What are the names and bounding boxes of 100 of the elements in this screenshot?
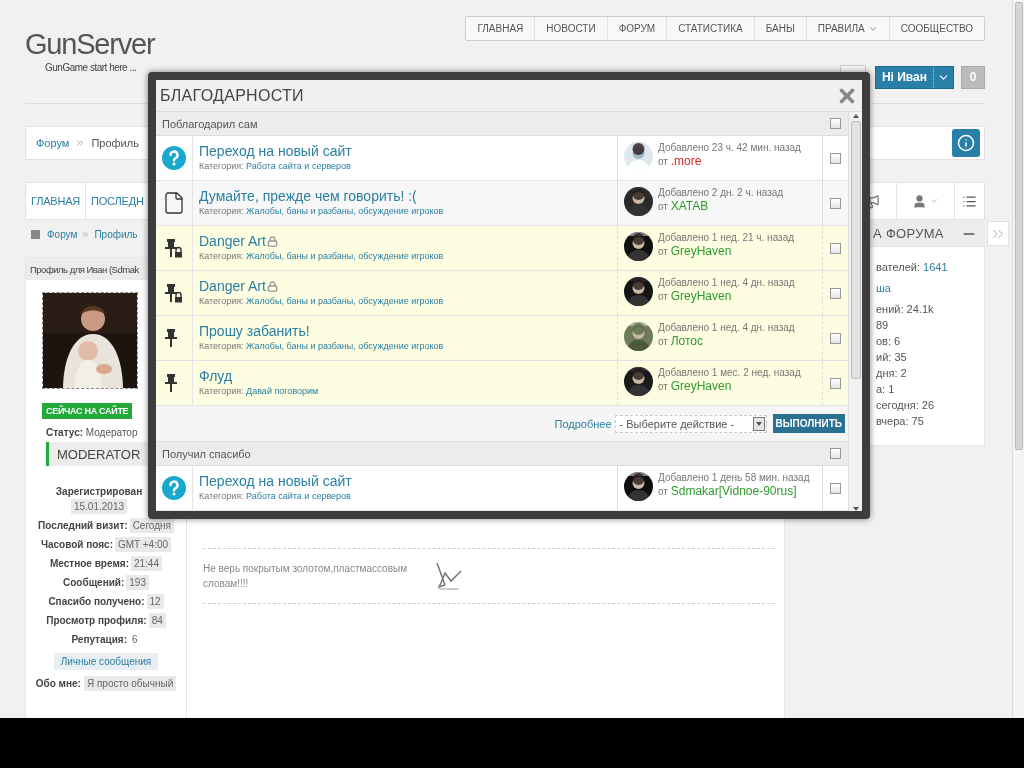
topic-title[interactable]: Переход на новый сайт <box>199 143 352 159</box>
category-link[interactable]: Работа сайта и серверов <box>246 491 351 501</box>
stat-line: ов: 6 <box>876 334 901 349</box>
checkbox[interactable] <box>830 118 841 129</box>
category-link[interactable]: Работа сайта и серверов <box>246 161 351 171</box>
topic-title[interactable]: Danger Art <box>199 278 266 294</box>
signature-icon <box>433 561 465 591</box>
stat-value: Сегодня <box>129 518 174 533</box>
stat-line: дня: 2 <box>876 366 907 381</box>
stat-label: Обо мне: <box>35 678 81 689</box>
author-link[interactable]: GreyHaven <box>670 244 732 258</box>
author-link[interactable]: Sdmakar[Vidnoe-90rus] <box>670 484 797 498</box>
action-select[interactable]: - Выберите действие - <box>614 414 767 433</box>
nav-link[interactable]: СООБЩЕСТВО <box>888 17 984 40</box>
added-time: Добавлено 1 день 58 мин. назад <box>658 472 810 483</box>
checkbox[interactable] <box>830 448 841 459</box>
locked-pin-icon <box>165 283 183 303</box>
square-icon <box>31 229 40 239</box>
author-byline: от Лотос <box>658 334 705 348</box>
checkbox[interactable] <box>830 332 841 344</box>
stat-label: Часовой пояс: <box>40 539 113 550</box>
checkbox[interactable] <box>830 377 841 389</box>
category-line: Категория: Жалобы, баны и разбаны, обсуждение игроков <box>199 251 445 261</box>
site-tagline: GunGame start here ... <box>45 62 137 73</box>
category-line: Категория: Жалобы, баны и разбаны, обсуждение игроков <box>199 296 445 306</box>
stat-line: сегодня: 26 <box>876 398 935 413</box>
category-link[interactable]: Жалобы, баны и разбаны, обсуждение игроков <box>246 251 444 261</box>
breadcrumb-link[interactable]: Форум <box>36 137 70 149</box>
stat-line: вателей: 1641 <box>876 260 948 275</box>
category-link[interactable]: Давай поговорим <box>246 386 319 396</box>
nav-link[interactable]: ПРАВИЛА <box>805 17 889 40</box>
nav-link[interactable]: ФОРУМ <box>606 17 667 40</box>
checkbox[interactable] <box>830 152 841 164</box>
info-button[interactable] <box>952 129 980 157</box>
scrollbar[interactable] <box>1012 0 1024 718</box>
separator-icon <box>81 229 91 239</box>
checkbox[interactable] <box>830 197 841 209</box>
topic-title[interactable]: Прошу забанить! <box>199 323 310 339</box>
section-title: Поблагодарил сам <box>162 117 258 130</box>
stat-value: 21:44 <box>130 556 162 571</box>
signature-text: Не верь покрытым золотом,пластмассовым словам!!!! <box>203 562 409 591</box>
topic-title[interactable]: Думайте, прежде чем говорить! :( <box>199 188 417 204</box>
author-link[interactable]: GreyHaven <box>670 379 732 393</box>
nav-link[interactable]: НОВОСТИ <box>534 17 607 40</box>
stat-link[interactable]: 1641 <box>923 261 948 273</box>
topic-title[interactable]: Флуд <box>199 368 233 384</box>
category-line: Категория: Работа сайта и серверов <box>199 161 352 171</box>
user-menu-button[interactable]: Hi Иван <box>874 65 954 89</box>
stat-line: вчера: 75 <box>876 414 924 429</box>
more-link[interactable]: Подробнее <box>554 417 612 430</box>
author-byline: от Sdmakar[Vidnoe-90rus] <box>658 484 798 498</box>
topic-title[interactable]: Переход на новый сайт <box>199 473 352 489</box>
stat-line: ий: 35 <box>876 350 907 365</box>
stat-link[interactable]: ша <box>876 282 891 294</box>
stat-label: Зарегистрирован <box>55 486 143 497</box>
checkbox[interactable] <box>830 287 841 299</box>
stat-label: Спасибо получено: <box>48 596 145 607</box>
stat-label: Последний визит: <box>38 520 128 531</box>
author-link[interactable]: GreyHaven <box>670 289 732 303</box>
about-text: Я просто обычный <box>83 676 177 691</box>
status-line: Статус: Модератор <box>46 427 138 438</box>
author-link[interactable]: Лотос <box>670 334 704 348</box>
document-icon <box>162 191 186 215</box>
breadcrumb-link[interactable]: Профиль <box>91 137 139 149</box>
added-time: Добавлено 1 нед. 4 дн. назад <box>658 277 795 288</box>
stat-line: 89 <box>876 318 889 333</box>
help-icon <box>162 476 186 500</box>
checkbox[interactable] <box>830 242 841 254</box>
site-logo[interactable]: GunServer <box>25 28 155 60</box>
added-time: Добавлено 1 нед. 21 ч. назад <box>658 232 795 243</box>
breadcrumb-link[interactable]: Профиль <box>94 228 138 240</box>
nav-link[interactable]: БАНЫ <box>753 17 806 40</box>
category-link[interactable]: Жалобы, баны и разбаны, обсуждение игроков <box>246 341 444 351</box>
category-line: Категория: Жалобы, баны и разбаны, обсуждение игроков <box>199 206 445 216</box>
author-byline: от GreyHaven <box>658 289 733 303</box>
nav-link[interactable]: ГЛАВНАЯ <box>466 17 535 40</box>
topic-title[interactable]: Danger Art <box>199 233 266 249</box>
breadcrumb-link[interactable]: Форум <box>47 228 78 240</box>
messages-button[interactable]: Личные сообщения <box>53 653 159 670</box>
list-icon <box>962 193 977 209</box>
locked-pin-icon <box>165 238 183 258</box>
author-link[interactable]: XATAB <box>670 199 709 213</box>
category-line: Категория: Работа сайта и серверов <box>199 491 352 501</box>
category-line: Категория: Жалобы, баны и разбаны, обсуждение игроков <box>199 341 445 351</box>
stat-value: 12 <box>146 594 164 609</box>
stat-label: Репутация: <box>71 634 128 645</box>
category-link[interactable]: Жалобы, баны и разбаны, обсуждение игроков <box>246 206 444 216</box>
added-time: Добавлено 2 дн. 2 ч. назад <box>658 187 784 198</box>
sidebar-toggle[interactable] <box>987 221 1009 246</box>
category-link[interactable]: Жалобы, баны и разбаны, обсуждение игроков <box>246 296 444 306</box>
author-byline: от GreyHaven <box>658 379 733 393</box>
nav-link[interactable]: СТАТИСТИКА <box>666 17 754 40</box>
checkbox[interactable] <box>830 482 841 494</box>
scrollbar[interactable] <box>848 112 862 511</box>
submit-button[interactable]: ВЫПОЛНИТЬ <box>772 414 845 433</box>
online-badge: СЕЙЧАС НА САЙТЕ <box>42 403 133 419</box>
category-line: Категория: Давай поговорим <box>199 386 320 396</box>
stat-line: ений: 24.1k <box>876 302 934 317</box>
author-link[interactable]: .more <box>670 154 702 168</box>
dialog-title: БЛАГОДАРНОСТИ <box>160 86 304 105</box>
